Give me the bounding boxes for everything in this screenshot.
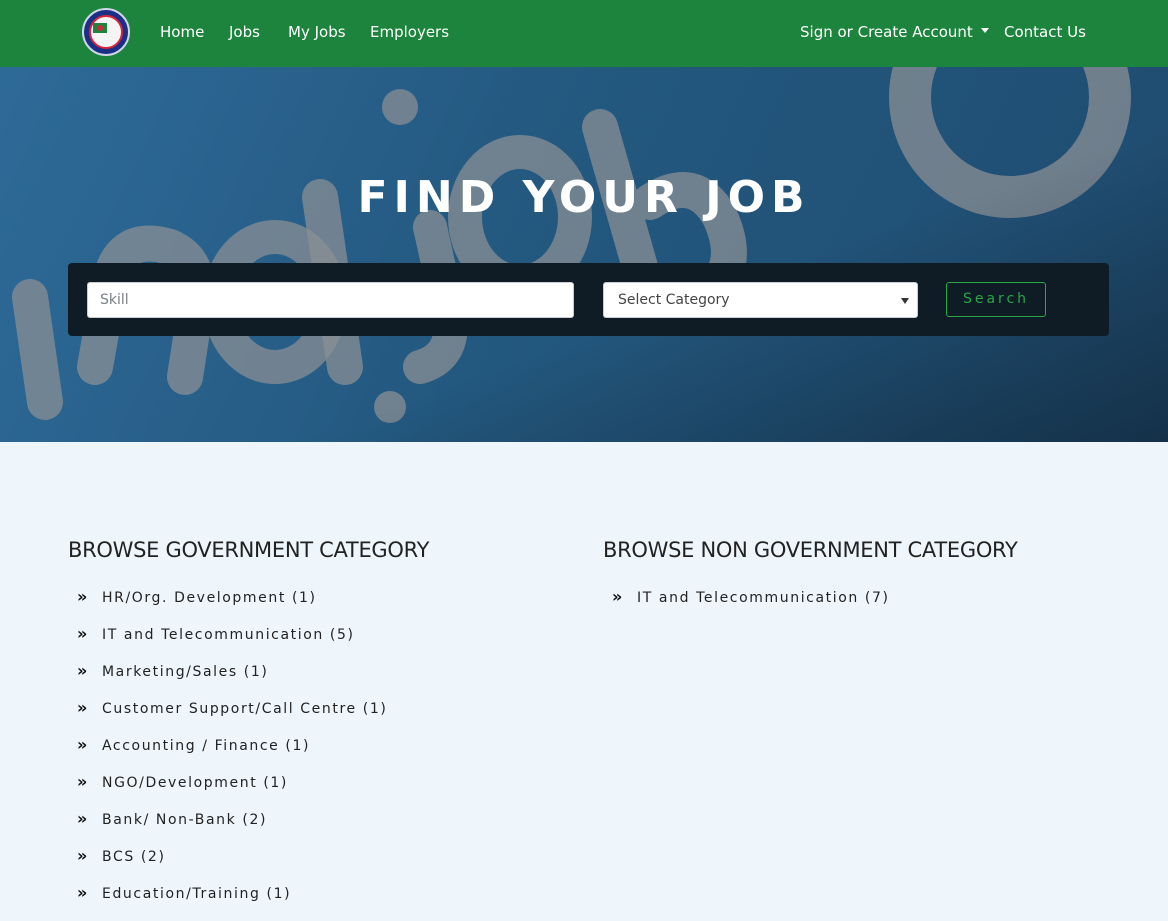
category-label[interactable]: Marketing/Sales (1) — [102, 662, 268, 682]
nav-contact-link[interactable]: Contact Us — [1004, 22, 1086, 42]
government-category-heading: BROWSE GOVERNMENT CATEGORY — [68, 538, 430, 562]
category-list-item[interactable]: » BCS (2) — [68, 847, 588, 884]
non-government-category-list: » IT and Telecommunication (7) — [603, 588, 1123, 625]
category-select-value: Select Category — [618, 292, 730, 308]
category-label[interactable]: NGO/Development (1) — [102, 773, 288, 793]
caret-down-icon — [980, 28, 989, 33]
category-label[interactable]: Customer Support/Call Centre (1) — [102, 699, 387, 719]
navbar: Home Jobs My Jobs Employers Sign or Crea… — [0, 0, 1168, 67]
category-list-item[interactable]: » Customer Support/Call Centre (1) — [68, 699, 588, 736]
search-button[interactable]: Search — [946, 282, 1046, 317]
category-list-item[interactable]: » Marketing/Sales (1) — [68, 662, 588, 699]
double-chevron-right-icon: » — [77, 772, 88, 791]
category-list-item[interactable]: » IT and Telecommunication (5) — [68, 625, 588, 662]
category-list-item[interactable]: » NGO/Development (1) — [68, 773, 588, 810]
category-list-item[interactable]: » Education/Training (1) — [68, 884, 588, 921]
double-chevron-right-icon: » — [77, 735, 88, 754]
nav-my-jobs-link[interactable]: My Jobs — [288, 22, 346, 42]
government-category-section: BROWSE GOVERNMENT CATEGORY » HR/Org. Deve… — [68, 536, 588, 921]
account-dropdown-label: Sign or Create Account — [800, 23, 973, 41]
double-chevron-right-icon: » — [77, 846, 88, 865]
bcs-logo[interactable] — [82, 8, 130, 56]
hero-banner: FIND YOUR JOB Select Category Search — [0, 67, 1168, 442]
double-chevron-right-icon: » — [77, 624, 88, 643]
category-label[interactable]: IT and Telecommunication (7) — [637, 588, 890, 608]
non-government-category-heading: BROWSE NON GOVERNMENT CATEGORY — [603, 538, 1018, 562]
search-panel: Select Category Search — [68, 263, 1109, 336]
nav-employers-link[interactable]: Employers — [370, 22, 449, 42]
category-label[interactable]: IT and Telecommunication (5) — [102, 625, 355, 645]
category-list-item[interactable]: » Accounting / Finance (1) — [68, 736, 588, 773]
double-chevron-right-icon: » — [612, 587, 623, 606]
category-label[interactable]: Accounting / Finance (1) — [102, 736, 310, 756]
nav-home-link[interactable]: Home — [160, 22, 204, 42]
double-chevron-right-icon: » — [77, 809, 88, 828]
category-list-item[interactable]: » Bank/ Non-Bank (2) — [68, 810, 588, 847]
logo-flag — [93, 23, 107, 33]
non-government-category-section: BROWSE NON GOVERNMENT CATEGORY » IT and T… — [603, 536, 1123, 625]
category-label[interactable]: BCS (2) — [102, 847, 166, 867]
select-arrow-icon — [901, 298, 909, 304]
double-chevron-right-icon: » — [77, 698, 88, 717]
double-chevron-right-icon: » — [77, 661, 88, 680]
category-label[interactable]: HR/Org. Development (1) — [102, 588, 317, 608]
category-list-item[interactable]: » HR/Org. Development (1) — [68, 588, 588, 625]
category-label[interactable]: Bank/ Non-Bank (2) — [102, 810, 267, 830]
double-chevron-right-icon: » — [77, 587, 88, 606]
category-list-item[interactable]: » IT and Telecommunication (7) — [603, 588, 1123, 625]
hero-shade-overlay — [0, 67, 1168, 442]
nav-jobs-link[interactable]: Jobs — [229, 22, 260, 42]
account-dropdown[interactable]: Sign or Create Account — [800, 22, 989, 42]
skill-input[interactable] — [87, 282, 574, 318]
double-chevron-right-icon: » — [77, 883, 88, 902]
government-category-list: » HR/Org. Development (1) » IT and Telecom… — [68, 588, 588, 921]
hero-title: FIND YOUR JOB — [357, 172, 811, 223]
category-label[interactable]: Education/Training (1) — [102, 884, 291, 904]
category-select[interactable]: Select Category — [603, 282, 918, 318]
